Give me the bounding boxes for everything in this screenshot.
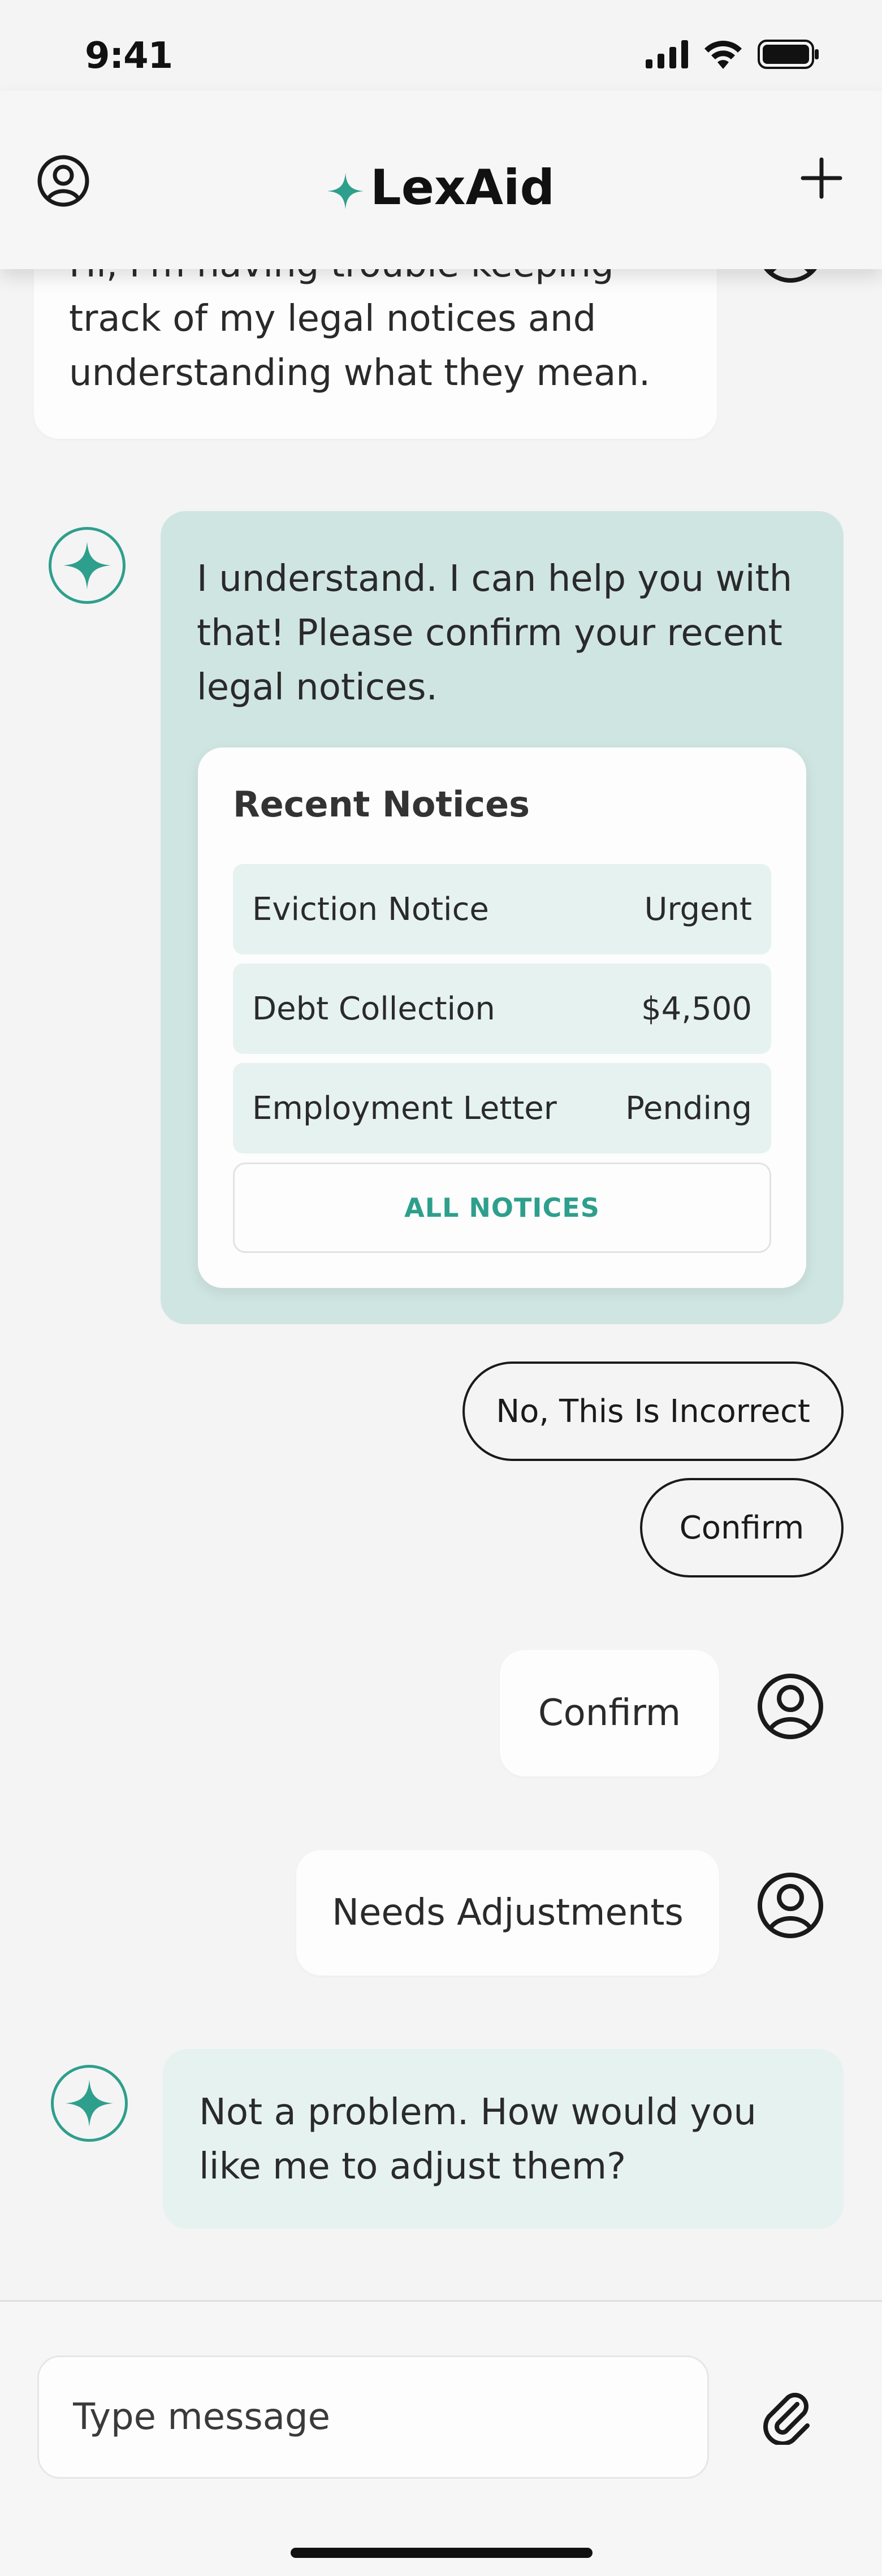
- bot-avatar: [51, 2065, 128, 2142]
- notice-row-debt[interactable]: Debt Collection $4,500: [233, 963, 771, 1054]
- message-line: Not a problem. How would you: [199, 2091, 756, 2133]
- message-line: track of my legal notices and: [69, 298, 596, 340]
- sparkle-icon: [66, 2080, 113, 2127]
- message-line: that! Please confirm your recent: [197, 612, 782, 654]
- home-indicator: [291, 2548, 593, 2558]
- bot-avatar: [49, 527, 126, 604]
- notice-row-eviction[interactable]: Eviction Notice Urgent: [233, 864, 771, 954]
- sparkle-icon: [327, 172, 364, 209]
- user-avatar-icon: [758, 1674, 823, 1739]
- notice-label: Debt Collection: [252, 990, 495, 1027]
- plus-icon: [801, 157, 842, 199]
- message-line: like me to adjust them?: [199, 2146, 626, 2188]
- user-message-adjust: Needs Adjustments: [296, 1850, 719, 1976]
- message-line: understanding what they mean.: [69, 352, 651, 394]
- user-avatar: [755, 1870, 825, 1943]
- confirm-button[interactable]: Confirm: [640, 1478, 844, 1577]
- incorrect-button[interactable]: No, This Is Incorrect: [462, 1362, 844, 1461]
- user-message-confirm: Confirm: [500, 1650, 719, 1777]
- card-title: Recent Notices: [233, 784, 530, 825]
- new-chat-button[interactable]: [797, 154, 846, 205]
- notice-label: Employment Letter: [252, 1090, 557, 1127]
- notice-value: Pending: [625, 1090, 752, 1127]
- app-title-text: LexAid: [370, 159, 555, 216]
- app-title: LexAid: [0, 159, 882, 216]
- status-time: 9:41: [85, 35, 173, 77]
- notice-label: Eviction Notice: [252, 891, 489, 928]
- attach-button[interactable]: [758, 2388, 814, 2447]
- battery-icon: [758, 40, 819, 69]
- paperclip-icon: [763, 2393, 810, 2446]
- notice-value: $4,500: [641, 990, 752, 1027]
- app-header: LexAid: [0, 90, 882, 269]
- message-line: legal notices.: [197, 667, 438, 708]
- user-avatar-icon: [758, 1873, 823, 1938]
- wifi-icon: [704, 41, 742, 69]
- message-input[interactable]: [37, 2355, 709, 2479]
- notice-row-employment[interactable]: Employment Letter Pending: [233, 1063, 771, 1153]
- notice-value: Urgent: [644, 891, 752, 928]
- status-icons: [646, 40, 820, 69]
- recent-notices-card: Recent Notices Eviction Notice Urgent De…: [198, 747, 806, 1288]
- signal-icon: [646, 40, 688, 68]
- bot-message-adjust: Not a problem. How would you like me to …: [163, 2049, 844, 2229]
- message-line: I understand. I can help you with: [197, 558, 793, 600]
- user-avatar: [755, 1671, 825, 1744]
- sparkle-icon: [63, 542, 111, 589]
- all-notices-button[interactable]: ALL NOTICES: [233, 1162, 771, 1253]
